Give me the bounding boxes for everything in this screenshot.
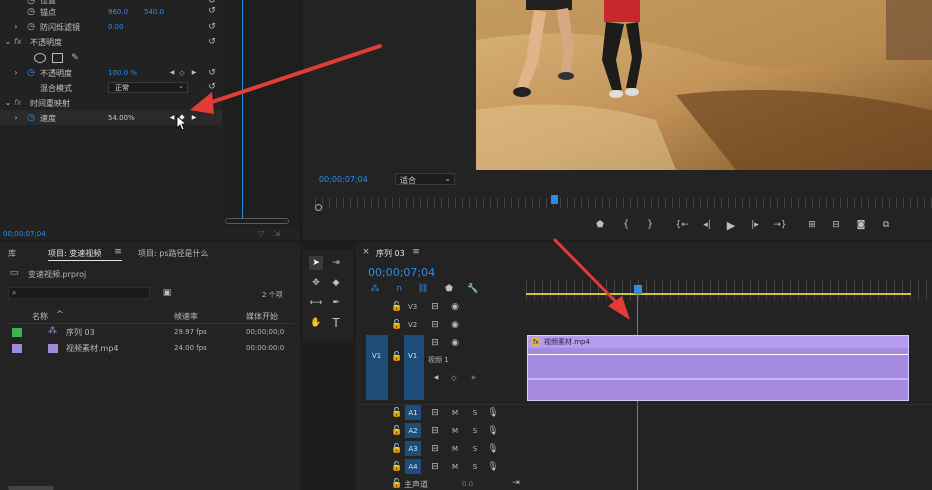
annotation-arrow-speed <box>204 44 382 106</box>
annotation-arrows <box>190 44 630 320</box>
annotation-arrowhead-speed <box>190 92 214 114</box>
annotation-arrow-playhead <box>553 238 620 306</box>
annotation-arrowhead-playhead <box>608 296 630 320</box>
